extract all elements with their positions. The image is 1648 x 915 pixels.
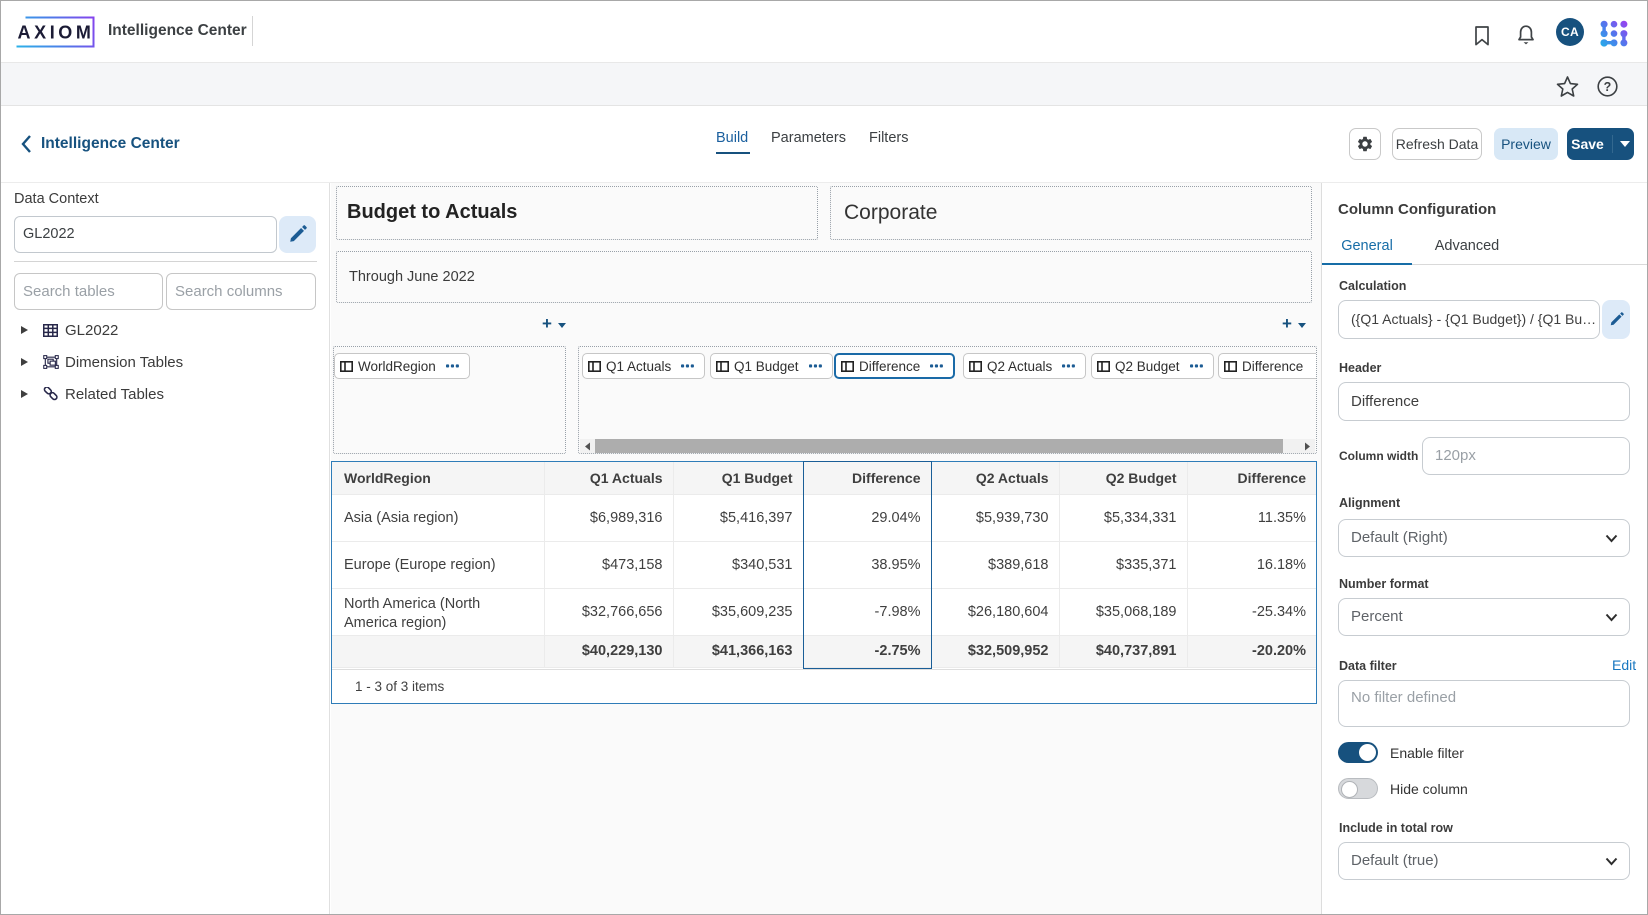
svg-text:AXIOM: AXIOM [17,23,94,43]
svg-text:?: ? [1604,80,1612,94]
